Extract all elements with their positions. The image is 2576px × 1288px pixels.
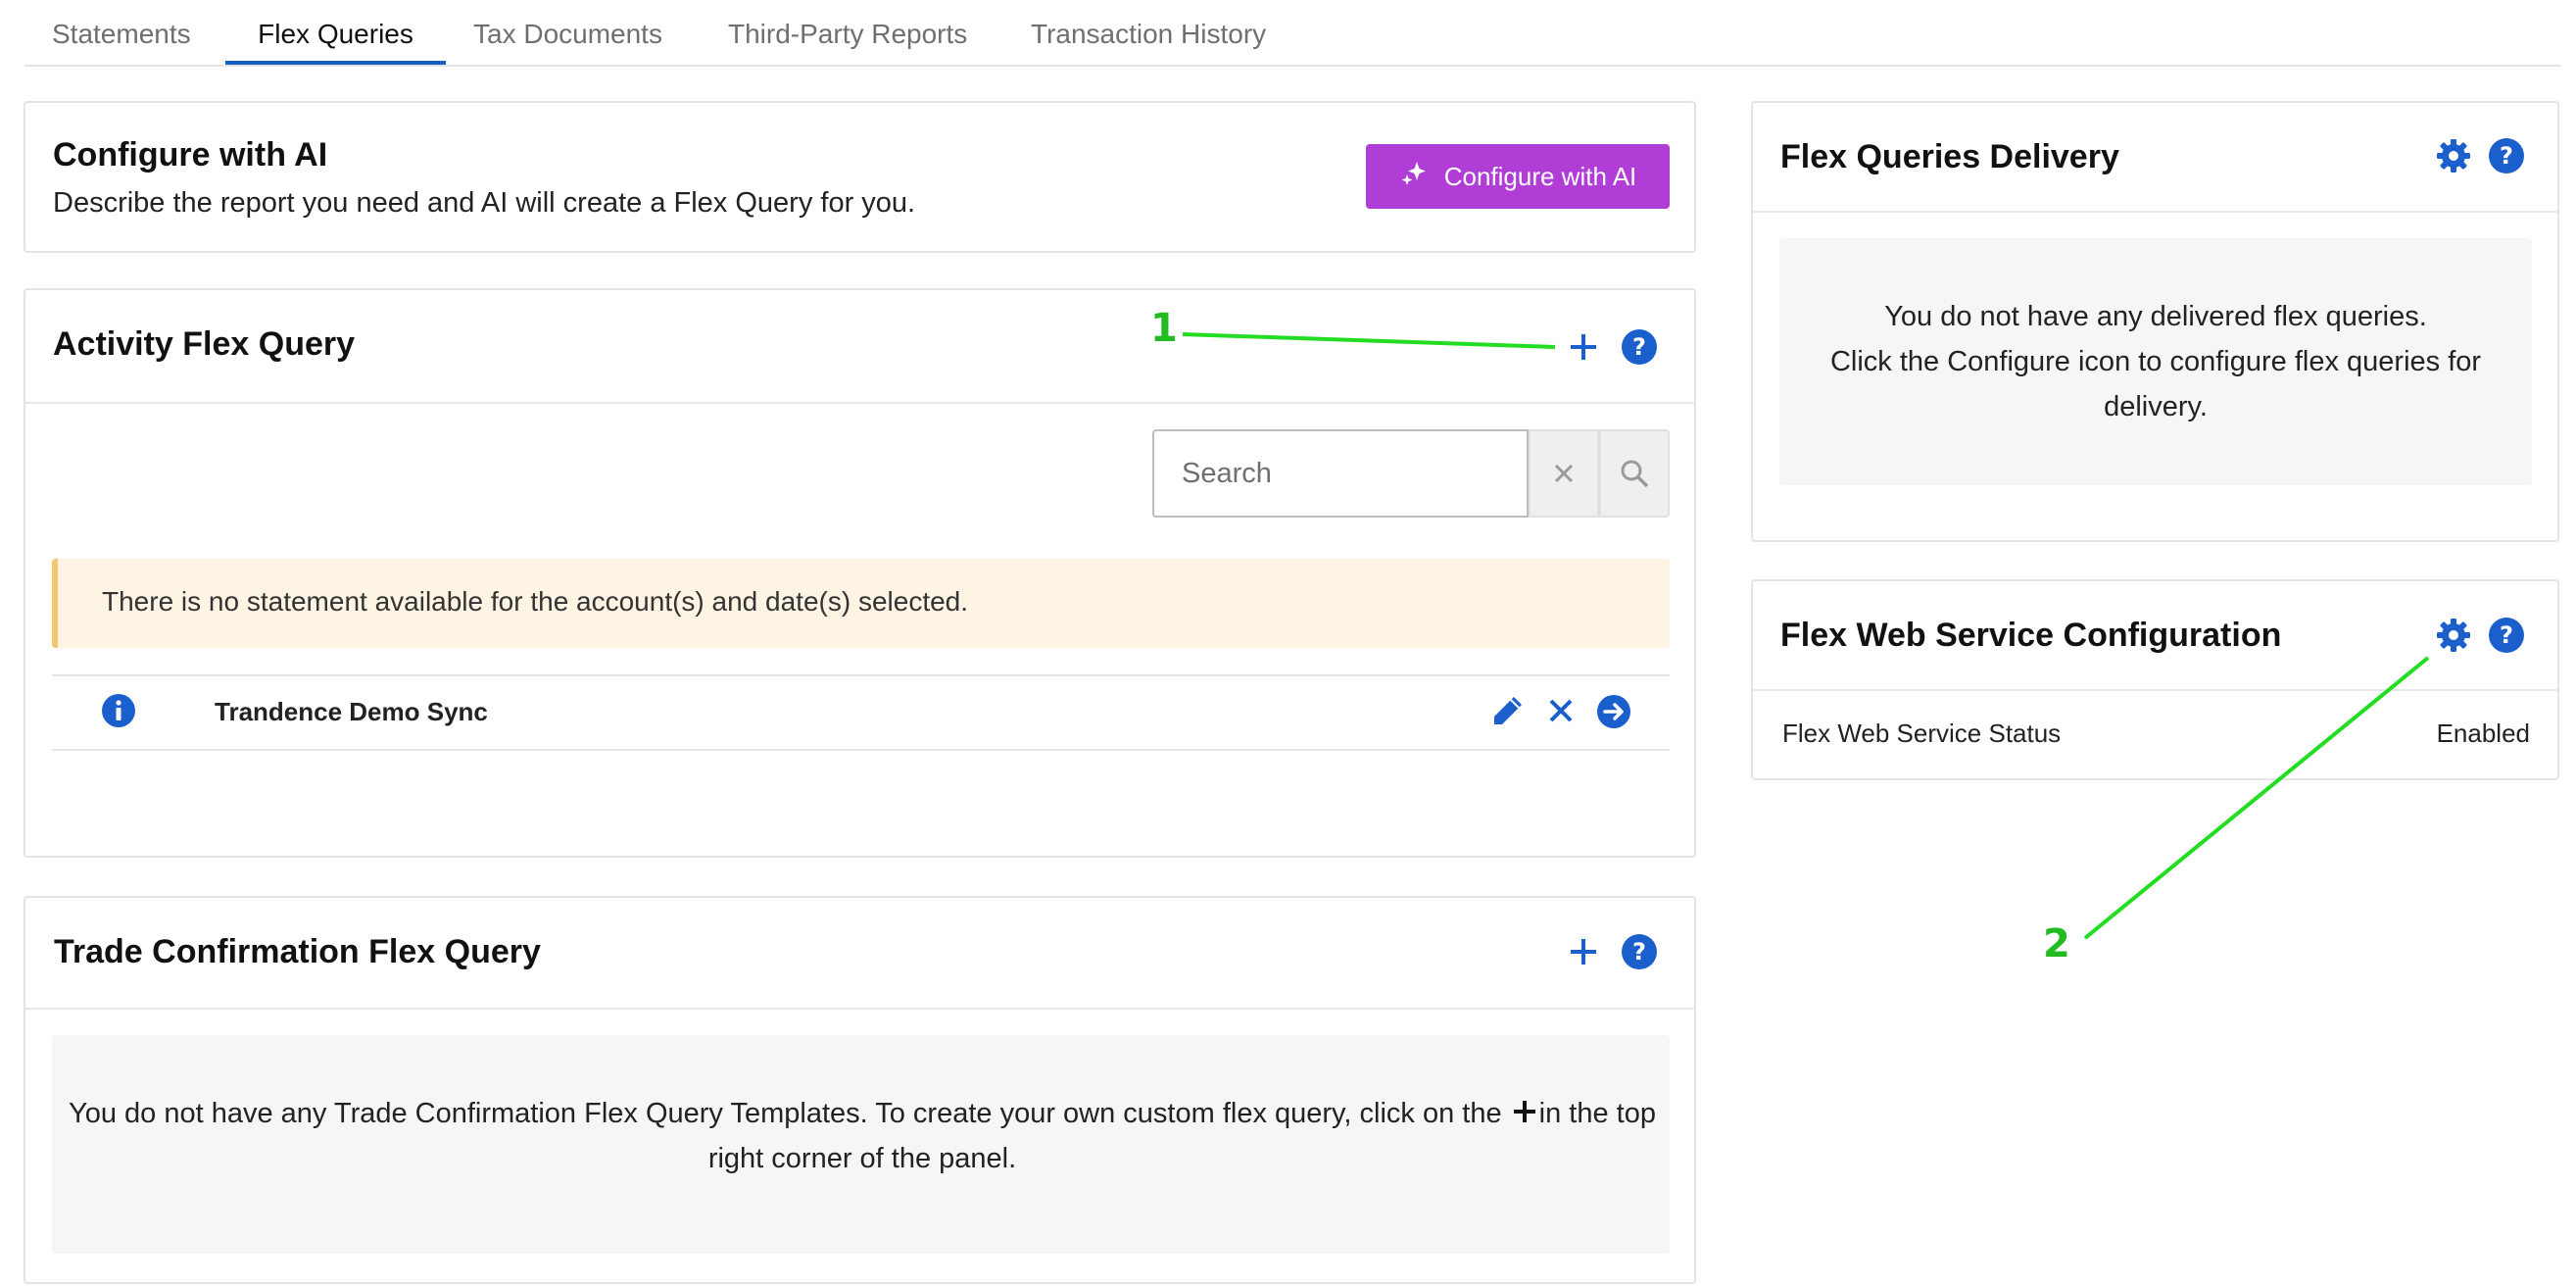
gear-icon bbox=[2437, 619, 2470, 652]
plus-icon bbox=[1513, 1101, 1535, 1122]
row-divider bbox=[52, 749, 1670, 751]
annotation-label-1: 1 bbox=[1150, 306, 1178, 351]
web-service-status-value: Enabled bbox=[2436, 718, 2530, 748]
arrow-right-circle-icon bbox=[1597, 695, 1630, 728]
flex-web-service-panel: Flex Web Service Configuration Flex Web … bbox=[1751, 579, 2559, 780]
tab-bar: Statements Flex Queries Tax Documents Th… bbox=[24, 0, 2560, 67]
trade-confirmation-help-button[interactable]: ? bbox=[1620, 932, 1659, 971]
alert-text: There is no statement available for the … bbox=[102, 586, 969, 617]
search-input[interactable] bbox=[1152, 429, 1529, 518]
divider bbox=[1753, 689, 2557, 691]
web-service-status-label: Flex Web Service Status bbox=[1782, 718, 2062, 748]
trade-confirmation-add-button[interactable] bbox=[1564, 932, 1603, 971]
web-service-gear-button[interactable] bbox=[2434, 616, 2473, 655]
trade-confirmation-empty-message: You do not have any Trade Confirmation F… bbox=[69, 1091, 1656, 1181]
gear-icon bbox=[2437, 139, 2470, 173]
help-icon: ? bbox=[1622, 329, 1657, 365]
delivery-title: Flex Queries Delivery bbox=[1780, 138, 2119, 175]
info-icon bbox=[102, 694, 135, 727]
delivery-empty-line2: Click the Configure icon to configure fl… bbox=[1829, 346, 2482, 422]
web-service-title: Flex Web Service Configuration bbox=[1780, 617, 2282, 654]
divider bbox=[25, 402, 1694, 404]
activity-help-button[interactable]: ? bbox=[1620, 327, 1659, 367]
configure-ai-description: Describe the report you need and AI will… bbox=[53, 187, 916, 219]
tab-tax-documents[interactable]: Tax Documents bbox=[473, 0, 662, 65]
trade-confirmation-title: Trade Confirmation Flex Query bbox=[54, 933, 541, 970]
delivery-empty-message: You do not have any delivered flex queri… bbox=[1803, 294, 2508, 429]
search-group bbox=[1152, 429, 1670, 518]
web-service-help-button[interactable]: ? bbox=[2487, 616, 2526, 655]
tab-flex-queries[interactable]: Flex Queries bbox=[225, 0, 446, 65]
run-query-button[interactable] bbox=[1595, 693, 1632, 730]
delivery-empty-line1: You do not have any delivered flex queri… bbox=[1884, 301, 2427, 332]
delivery-help-button[interactable]: ? bbox=[2487, 136, 2526, 175]
help-icon: ? bbox=[2489, 138, 2524, 173]
tab-transaction-history[interactable]: Transaction History bbox=[1031, 0, 1266, 65]
delete-query-button[interactable] bbox=[1544, 694, 1578, 727]
configure-ai-button-label: Configure with AI bbox=[1443, 161, 1637, 191]
pencil-icon bbox=[1494, 697, 1522, 724]
tab-statements[interactable]: Statements bbox=[52, 0, 191, 65]
plus-icon bbox=[1571, 334, 1596, 360]
divider bbox=[1753, 211, 2557, 213]
divider bbox=[25, 1008, 1694, 1010]
search-button[interactable] bbox=[1599, 429, 1670, 518]
help-icon: ? bbox=[1622, 934, 1657, 969]
sparkle-icon bbox=[1399, 159, 1429, 195]
tab-third-party-reports[interactable]: Third-Party Reports bbox=[728, 0, 967, 65]
query-name[interactable]: Trandence Demo Sync bbox=[215, 697, 488, 727]
close-icon bbox=[1549, 699, 1573, 722]
info-button[interactable] bbox=[101, 693, 136, 728]
clear-search-button[interactable] bbox=[1529, 429, 1599, 518]
activity-title: Activity Flex Query bbox=[53, 325, 356, 363]
row-divider bbox=[52, 674, 1670, 676]
help-icon: ? bbox=[2489, 618, 2524, 653]
annotation-label-2: 2 bbox=[2043, 921, 2070, 966]
no-statement-alert: There is no statement available for the … bbox=[52, 559, 1670, 648]
delivery-gear-button[interactable] bbox=[2434, 136, 2473, 175]
activity-add-button[interactable] bbox=[1564, 327, 1603, 367]
configure-ai-title: Configure with AI bbox=[53, 136, 328, 173]
plus-icon bbox=[1571, 939, 1596, 965]
close-icon bbox=[1554, 464, 1574, 483]
search-icon bbox=[1621, 460, 1649, 488]
empty-text-part1: You do not have any Trade Confirmation F… bbox=[69, 1098, 1502, 1129]
configure-ai-button[interactable]: Configure with AI bbox=[1366, 144, 1670, 209]
edit-query-button[interactable] bbox=[1489, 692, 1527, 729]
